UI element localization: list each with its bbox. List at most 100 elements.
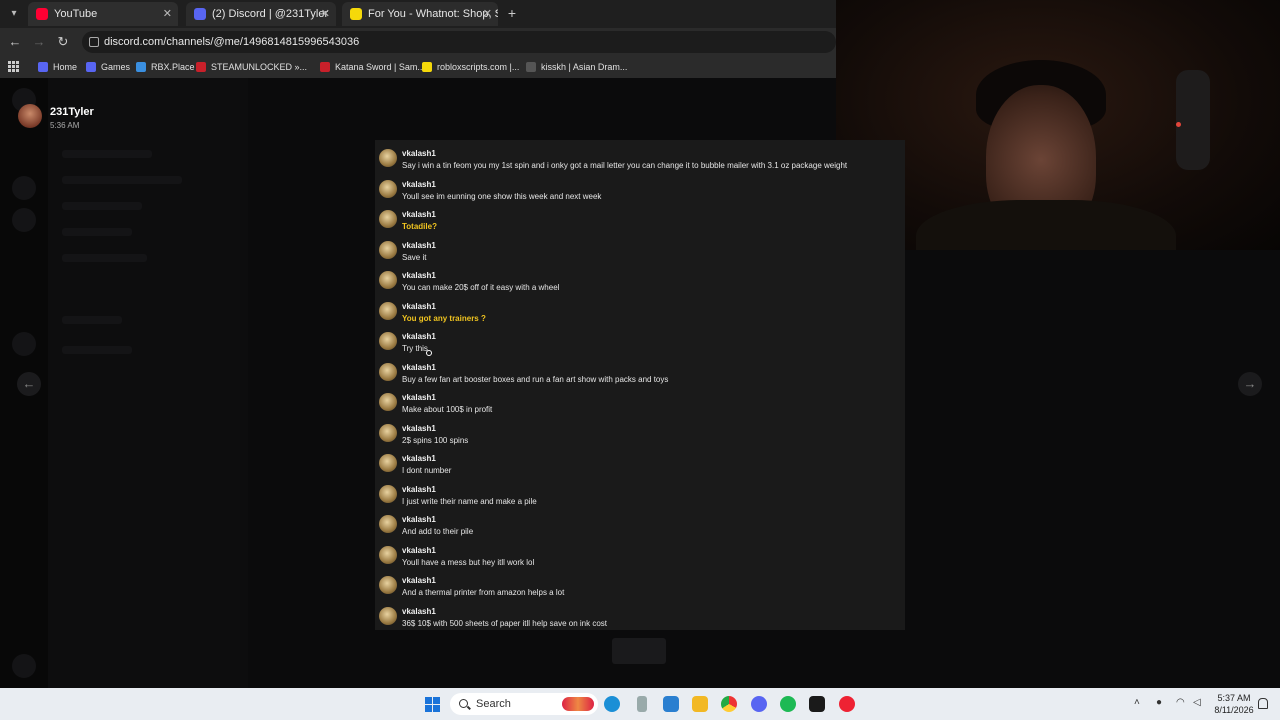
message-author[interactable]: vkalash1	[402, 607, 436, 616]
avatar[interactable]	[379, 393, 397, 411]
message-text: Try this	[402, 344, 428, 353]
message-author[interactable]: vkalash1	[402, 515, 436, 524]
wifi-icon[interactable]: ◠	[1176, 697, 1185, 708]
bookmark-steamunlocked[interactable]: STEAMUNLOCKED »...	[196, 60, 307, 74]
dm-item	[62, 254, 147, 262]
discord-icon[interactable]	[751, 696, 767, 712]
microphone-light	[1176, 122, 1181, 127]
message-text: You got any trainers ?	[402, 313, 486, 323]
volume-icon[interactable]: ◁	[1193, 697, 1201, 708]
search-label: Search	[476, 698, 511, 710]
close-icon[interactable]: ✕	[163, 7, 172, 20]
message-author[interactable]: vkalash1	[402, 210, 436, 219]
avatar[interactable]	[379, 362, 397, 381]
next-image-arrow-icon[interactable]: →	[1238, 372, 1262, 396]
search-highlight-badge	[562, 697, 594, 711]
avatar[interactable]	[379, 179, 397, 198]
avatar[interactable]	[379, 149, 397, 167]
message-author[interactable]: vkalash1	[402, 485, 436, 494]
message-text: I just write their name and make a pile	[402, 496, 537, 506]
bookmark-label: robloxscripts.com |...	[437, 62, 520, 72]
close-icon[interactable]: ✕	[321, 7, 330, 20]
browser-tab-bar: ▾ YouTube ✕ (2) Discord | @231Tyler ✕ Fo…	[0, 0, 836, 28]
bookmarks-bar: Home Games RBX.Place STEAMUNLOCKED »... …	[0, 56, 836, 78]
tab-discord[interactable]: (2) Discord | @231Tyler ✕	[186, 2, 336, 26]
back-arrow-icon[interactable]: ←	[7, 34, 23, 50]
message-row: vkalash1 Say i win a tin feom you my 1st …	[375, 142, 905, 172]
notification-bell-icon[interactable]	[1258, 698, 1268, 709]
start-windows-icon[interactable]	[425, 697, 440, 712]
message-author[interactable]: vkalash1	[402, 576, 436, 585]
bookmark-kisskh[interactable]: kisskh | Asian Dram...	[526, 60, 627, 74]
message-author[interactable]: vkalash1	[402, 241, 436, 250]
message-text: You can make 20$ off of it easy with a w…	[402, 283, 560, 292]
previous-image-arrow-icon[interactable]: ←	[17, 372, 41, 396]
message-author[interactable]: vkalash1	[402, 271, 436, 280]
message-row: vkalash1 Youll have a mess but hey itll w…	[375, 539, 905, 569]
tab-whatnot[interactable]: For You - Whatnot: Shop, Sell, C ✕	[342, 2, 498, 26]
message-row: vkalash1 Buy a few fan art booster boxes …	[375, 356, 905, 386]
bookmark-games[interactable]: Games	[86, 60, 130, 74]
taskbar-search[interactable]: Search	[450, 693, 598, 715]
bookmark-robloxscripts[interactable]: robloxscripts.com |...	[422, 60, 519, 74]
avatar[interactable]	[379, 332, 397, 350]
avatar[interactable]	[379, 545, 397, 564]
message-author[interactable]: vkalash1	[402, 180, 436, 189]
avatar[interactable]	[379, 484, 397, 503]
photos-icon[interactable]	[663, 696, 679, 712]
viewer-timestamp: 5:36 AM	[50, 121, 80, 130]
microphone-icon[interactable]: ●	[1156, 697, 1162, 708]
message-author[interactable]: vkalash1	[402, 149, 436, 158]
apps-grid-icon[interactable]	[8, 61, 19, 72]
taskbar-clock[interactable]: 5:37 AM 8/11/2026	[1212, 692, 1256, 716]
message-text: Totadile?	[402, 222, 437, 231]
message-text: 36$ 10$ with 500 sheets of paper itll he…	[402, 618, 608, 628]
avatar[interactable]	[379, 271, 397, 289]
message-author[interactable]: vkalash1	[402, 363, 436, 372]
avatar[interactable]	[379, 301, 397, 320]
message-author[interactable]: vkalash1	[402, 546, 436, 555]
file-explorer-icon[interactable]	[692, 696, 708, 712]
message-row: vkalash1 Make about 100$ in profit	[375, 386, 905, 416]
tray-chevron-icon[interactable]: ˄	[1134, 697, 1140, 708]
spotify-icon[interactable]	[780, 696, 796, 712]
avatar[interactable]	[379, 576, 397, 594]
new-tab-plus-icon[interactable]: +	[504, 5, 520, 21]
edge-icon[interactable]	[604, 696, 620, 712]
message-author[interactable]: vkalash1	[402, 332, 436, 341]
message-author[interactable]: vkalash1	[402, 302, 436, 311]
mouse-app-icon[interactable]	[637, 696, 647, 712]
bookmark-label: Katana Sword | Sam...	[335, 62, 425, 72]
avatar[interactable]	[379, 606, 397, 625]
avatar[interactable]	[379, 454, 397, 472]
address-bar[interactable]: discord.com/channels/@me/149681481599654…	[82, 31, 836, 53]
avatar	[18, 104, 42, 128]
close-icon[interactable]: ✕	[483, 7, 492, 20]
tab-label: For You - Whatnot: Shop, Sell, C	[368, 8, 498, 20]
avatar[interactable]	[379, 240, 397, 259]
message-row: vkalash1 36$ 10$ with 500 sheets of paper…	[375, 600, 905, 630]
site-info-icon[interactable]	[89, 37, 99, 47]
message-author[interactable]: vkalash1	[402, 424, 436, 433]
bookmark-rbx-place[interactable]: RBX.Place	[136, 60, 195, 74]
chrome-icon[interactable]	[721, 696, 737, 712]
tab-search-chevron-icon[interactable]: ▾	[6, 6, 22, 22]
message-row: vkalash1 Try this	[375, 325, 905, 355]
opera-icon[interactable]	[839, 696, 855, 712]
message-author[interactable]: vkalash1	[402, 393, 436, 402]
avatar[interactable]	[379, 210, 397, 228]
bookmark-katana-sword[interactable]: Katana Sword | Sam...	[320, 60, 425, 74]
bookmark-home[interactable]: Home	[38, 60, 77, 74]
terminal-app-icon[interactable]	[809, 696, 825, 712]
forward-arrow-icon[interactable]: →	[31, 34, 47, 50]
message-author[interactable]: vkalash1	[402, 454, 436, 463]
image-thumbnail[interactable]	[612, 638, 666, 664]
message-text: Make about 100$ in profit	[402, 405, 493, 414]
avatar[interactable]	[379, 423, 397, 442]
message-row: vkalash1 Save it	[375, 234, 905, 264]
discord-icon	[86, 62, 96, 72]
tab-youtube[interactable]: YouTube ✕	[28, 2, 178, 26]
reload-icon[interactable]: ↻	[55, 34, 71, 50]
dm-item	[62, 346, 132, 354]
avatar[interactable]	[379, 515, 397, 533]
